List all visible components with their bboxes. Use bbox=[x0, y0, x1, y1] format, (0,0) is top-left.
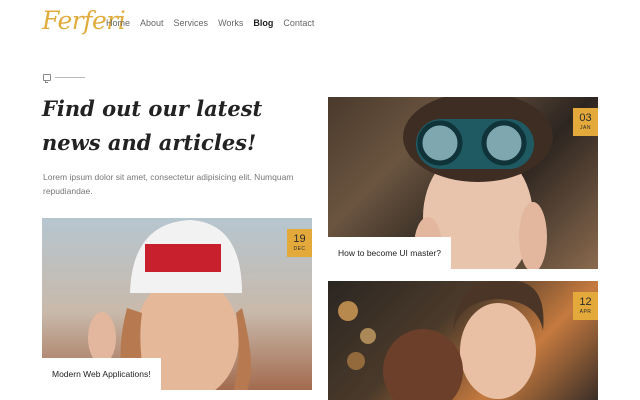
nav-contact[interactable]: Contact bbox=[283, 18, 314, 28]
section-divider bbox=[55, 77, 85, 78]
nav-blog[interactable]: Blog bbox=[253, 18, 273, 28]
date-day: 12 bbox=[579, 296, 592, 308]
blog-card-image bbox=[328, 281, 598, 400]
dog-portrait-image bbox=[338, 281, 544, 400]
nav-home[interactable]: Home bbox=[106, 18, 130, 28]
blog-card-title[interactable]: Modern Web Applications! bbox=[42, 358, 161, 390]
date-badge: 12 APR bbox=[573, 292, 598, 320]
section-headline: Find out our latest news and articles! bbox=[42, 96, 263, 155]
nav-services[interactable]: Services bbox=[174, 18, 209, 28]
date-badge: 19 DEC bbox=[287, 229, 312, 257]
blog-card[interactable]: 03 JAN How to become UI master? bbox=[328, 97, 598, 269]
section-label bbox=[43, 74, 85, 83]
section-intro: Lorem ipsum dolor sit amet, consectetur … bbox=[43, 172, 294, 196]
date-badge: 03 JAN bbox=[573, 108, 598, 136]
nav-about[interactable]: About bbox=[140, 18, 164, 28]
nav-works[interactable]: Works bbox=[218, 18, 243, 28]
main-nav: Home About Services Works Blog Contact bbox=[106, 18, 324, 28]
date-day: 19 bbox=[293, 233, 306, 245]
blog-card[interactable]: 12 APR bbox=[328, 281, 598, 400]
date-month: JAN bbox=[580, 125, 591, 131]
date-day: 03 bbox=[579, 112, 592, 124]
blog-card[interactable]: 19 DEC Modern Web Applications! bbox=[42, 218, 312, 390]
chat-icon bbox=[43, 74, 51, 83]
blog-card-title[interactable]: How to become UI master? bbox=[328, 237, 451, 269]
date-month: APR bbox=[579, 309, 592, 315]
date-month: DEC bbox=[293, 246, 306, 252]
